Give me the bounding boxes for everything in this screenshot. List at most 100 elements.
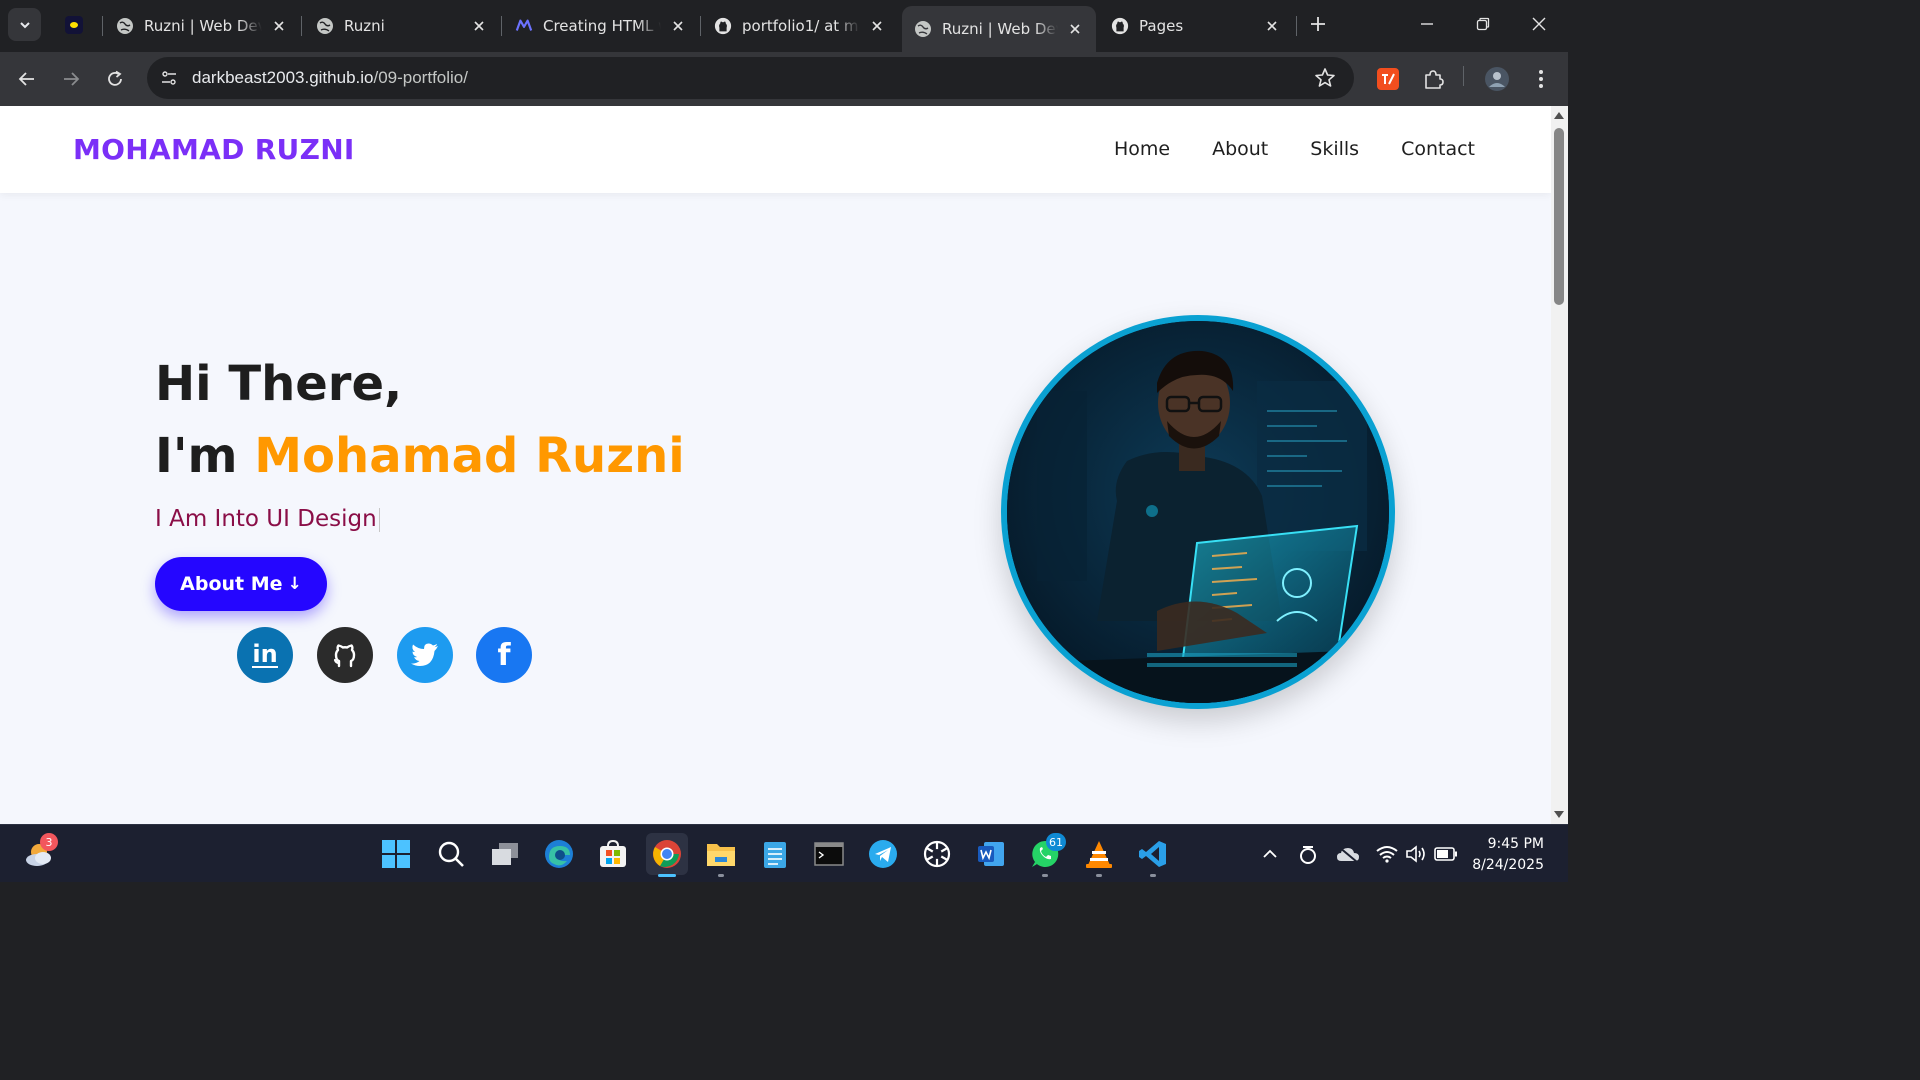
pinned-tab[interactable] [60,10,88,40]
about-me-button[interactable]: About Me ↓ [155,557,327,611]
word-button[interactable] [970,833,1012,875]
chatgpt-button[interactable] [916,833,958,875]
vscode-button[interactable] [1132,833,1174,877]
store-button[interactable] [592,833,634,875]
battery-tray-button[interactable] [1434,842,1458,866]
close-window-button[interactable] [1516,8,1562,40]
clock-time: 9:45 PM [1487,836,1544,852]
extensions-puzzle-icon[interactable] [1419,65,1447,93]
profile-photo [1001,315,1395,709]
notepad-icon [764,842,786,868]
scrollbar-thumb[interactable] [1554,128,1564,305]
system-clock[interactable]: 9:45 PM 8/24/2025 [1472,834,1544,876]
typing-cursor [378,507,380,532]
close-icon[interactable] [1263,17,1281,35]
terminal-button[interactable] [808,833,850,875]
restore-button[interactable] [1460,8,1506,40]
globe-icon [316,17,334,35]
tab-separator [1296,16,1297,36]
site-settings-icon[interactable] [157,66,181,90]
tab-3[interactable]: Creating HTML w [503,6,699,46]
new-tab-button[interactable] [1306,12,1330,36]
file-explorer-button[interactable] [700,833,742,877]
tray-overflow-button[interactable] [1258,842,1282,866]
taskbar-search-button[interactable] [430,833,472,875]
github-link[interactable] [317,627,373,683]
minimize-icon [1421,23,1433,25]
nav-home-link[interactable]: Home [1114,138,1170,160]
translate-extension-icon[interactable] [1374,65,1402,93]
word-icon [978,842,1004,866]
tab-5-active[interactable]: Ruzni | Web Deve [902,6,1096,52]
tab-title: Ruzni | Web Deve [144,17,262,35]
task-view-icon [492,843,518,865]
onedrive-tray-button[interactable] [1336,842,1360,866]
twitter-icon [411,643,438,666]
tab-6[interactable]: Pages [1099,6,1293,46]
close-icon[interactable] [1066,20,1084,38]
telegram-button[interactable] [862,833,904,875]
close-icon [1532,17,1546,31]
page-scrollbar[interactable] [1551,106,1568,824]
notepad-button[interactable] [754,833,796,875]
copilot-tray-button[interactable] [1296,842,1320,866]
github-icon [714,17,732,35]
close-icon[interactable] [868,17,886,35]
github-icon [1111,17,1129,35]
nav-about-link[interactable]: About [1212,138,1268,160]
tab-4[interactable]: portfolio1/ at ma [702,6,898,46]
weather-widget[interactable]: 3 [18,833,60,875]
scroll-down-arrow-icon[interactable] [1554,811,1564,818]
site-logo[interactable]: MOHAMAD RUZNI [73,133,355,166]
edge-button[interactable] [538,833,580,875]
whatsapp-button[interactable]: 61 [1024,833,1066,877]
facebook-link[interactable]: f [476,627,532,683]
volume-icon [1406,845,1425,863]
tab-search-button[interactable] [8,8,41,41]
nav-skills-link[interactable]: Skills [1310,138,1359,160]
developer-portrait-illustration [1007,321,1389,703]
about-me-label: About Me [180,573,283,595]
linkedin-link[interactable]: in [237,627,293,683]
tab-separator [700,16,701,36]
volume-tray-button[interactable] [1404,842,1428,866]
tab-1[interactable]: Ruzni | Web Deve [104,6,300,46]
address-bar[interactable]: darkbeast2003.github.io/09-portfolio/ [147,57,1354,99]
twitter-link[interactable] [397,627,453,683]
close-icon[interactable] [270,17,288,35]
task-view-button[interactable] [484,833,526,875]
clock-date: 8/24/2025 [1472,857,1544,873]
start-button[interactable] [375,833,417,875]
facebook-icon: f [497,637,511,673]
reload-button[interactable] [97,61,133,97]
close-icon[interactable] [470,17,488,35]
forward-button[interactable] [53,61,89,97]
profile-avatar-icon[interactable] [1483,65,1511,93]
cloud-offline-icon [1337,846,1359,863]
tab-separator [102,16,103,36]
chatgpt-icon [923,840,951,868]
typing-value: I Am Into UI Design [155,506,377,532]
url-path: /09-portfolio/ [373,68,468,87]
more-menu-icon[interactable] [1527,65,1555,93]
wifi-tray-button[interactable] [1375,842,1399,866]
vlc-button[interactable] [1078,833,1120,877]
tab-strip: Ruzni | Web Deve Ruzni Creating HTML w p… [0,0,1568,52]
bookmark-star-icon[interactable] [1314,67,1336,89]
ring-status-icon [1300,846,1316,864]
close-icon[interactable] [669,17,687,35]
arrow-left-icon [18,72,34,86]
chrome-icon [653,840,681,868]
minimize-button[interactable] [1404,8,1450,40]
hero-intro: I'm Mohamad Ruzni [155,428,685,484]
browser-toolbar: darkbeast2003.github.io/09-portfolio/ [0,52,1568,106]
back-button[interactable] [9,61,45,97]
vscode-icon [1139,841,1166,867]
linkedin-icon: in [252,640,278,668]
tab-2[interactable]: Ruzni [304,6,500,46]
scroll-up-arrow-icon[interactable] [1554,112,1564,119]
page-viewport: MOHAMAD RUZNI Home About Skills Contact … [0,106,1551,824]
tab-title: Ruzni [344,17,385,35]
nav-contact-link[interactable]: Contact [1401,138,1475,160]
chrome-button[interactable] [646,833,688,877]
